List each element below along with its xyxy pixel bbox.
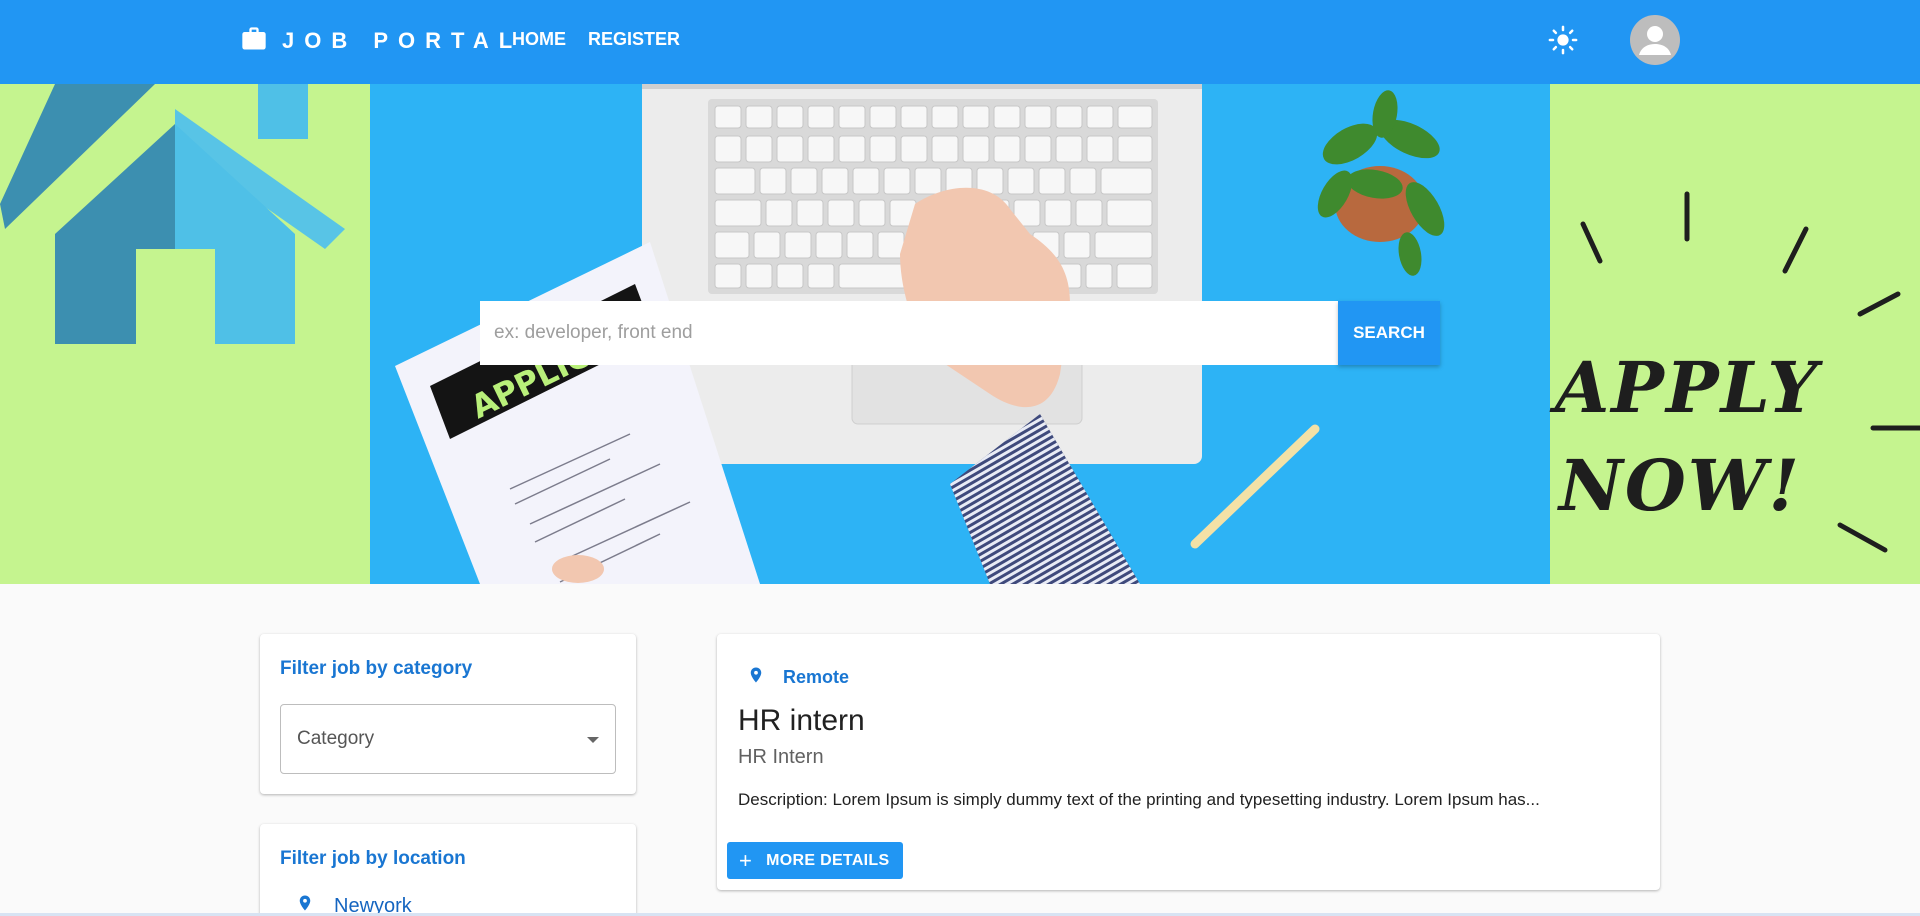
- nav-register-link[interactable]: REGISTER: [588, 29, 680, 50]
- house-icon: [0, 84, 370, 584]
- job-location: Remote: [747, 664, 849, 691]
- job-description: Description: Lorem Ipsum is simply dummy…: [738, 790, 1540, 809]
- category-select[interactable]: Category: [280, 704, 616, 774]
- brand-logo[interactable]: JOB PORTAL: [240, 26, 522, 56]
- dropdown-arrow-icon: [587, 737, 599, 743]
- location-filter-card: Filter job by location Newyork: [260, 824, 636, 916]
- nav-links: HOME REGISTER: [512, 29, 680, 50]
- nav-home-link[interactable]: HOME: [512, 29, 566, 50]
- job-location-label: Remote: [783, 667, 850, 687]
- apply-now-text: APPLY NOW!: [1555, 339, 1820, 535]
- job-title: HR intern: [738, 704, 865, 737]
- more-details-label: MORE DETAILS: [766, 851, 890, 869]
- search-input[interactable]: [480, 301, 1338, 365]
- location-filter-title: Filter job by location: [280, 848, 466, 869]
- hero-left-panel: [0, 84, 370, 584]
- burst-lines-icon: [1462, 191, 1920, 584]
- search-button[interactable]: SEARCH: [1338, 301, 1440, 365]
- apply-line-2: NOW!: [1558, 444, 1802, 527]
- theme-toggle-button[interactable]: [1547, 25, 1579, 60]
- brand-title: JOB PORTAL: [282, 28, 523, 53]
- account-circle-icon: [1630, 26, 1680, 65]
- apply-line-1: APPLY: [1555, 346, 1820, 429]
- category-filter-card: Filter job by category Category: [260, 634, 636, 794]
- location-pin-icon: [747, 664, 765, 691]
- category-select-value: Category: [297, 728, 375, 749]
- briefcase-icon: [240, 25, 268, 58]
- plus-icon: +: [739, 847, 753, 873]
- category-filter-title: Filter job by category: [280, 658, 473, 679]
- more-details-button[interactable]: + MORE DETAILS: [727, 842, 904, 879]
- user-avatar[interactable]: [1630, 15, 1680, 65]
- job-card: Remote HR intern HR Intern Description: …: [717, 634, 1660, 890]
- sun-icon: [1548, 25, 1578, 60]
- job-subtitle: HR Intern: [738, 746, 824, 768]
- top-navbar: JOB PORTAL HOME REGISTER: [0, 0, 1920, 84]
